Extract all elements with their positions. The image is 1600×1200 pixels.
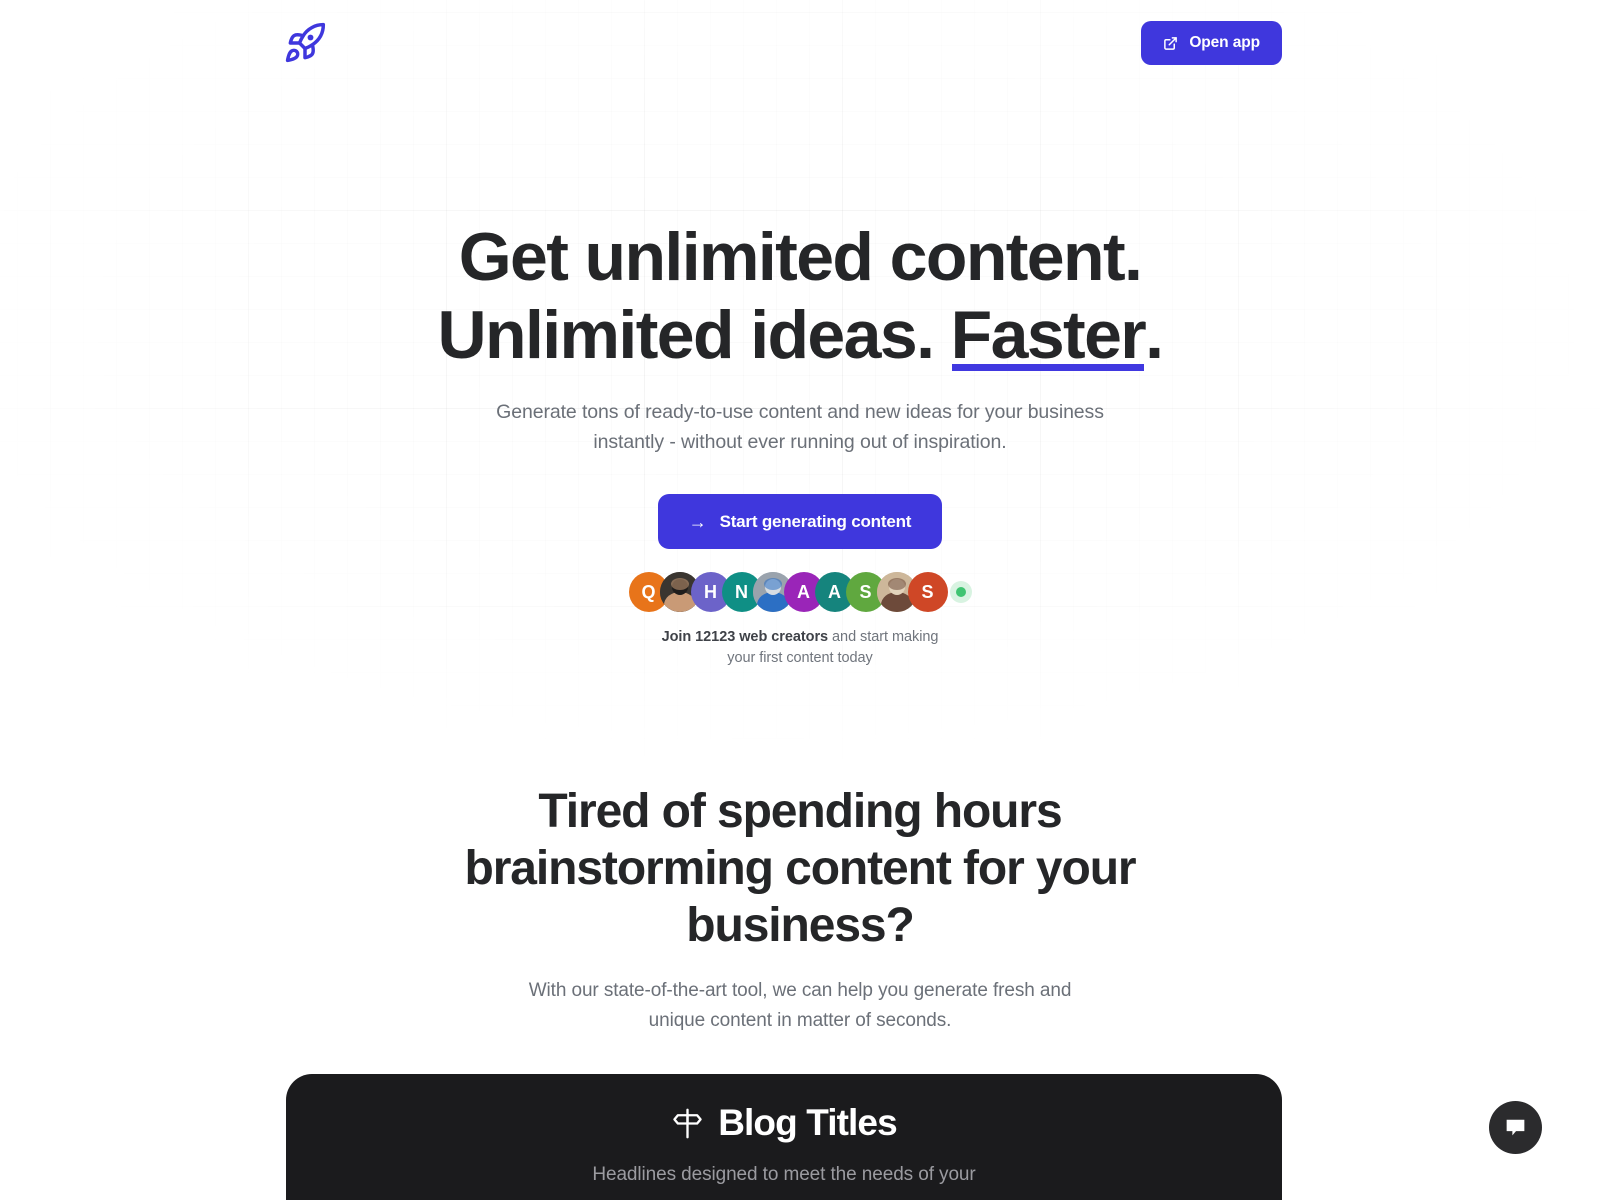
- avatar-initial-letter: N: [735, 581, 748, 602]
- join-text: Join 12123 web creators and start making…: [0, 627, 1600, 669]
- avatar-initial-letter: Q: [641, 581, 656, 602]
- avatar-initial-letter: A: [797, 581, 810, 602]
- avatar-stack: QHNAASS: [628, 572, 972, 612]
- arrow-right-icon: →: [688, 511, 707, 532]
- headline-line-1: Get unlimited content.: [458, 219, 1143, 295]
- open-app-label: Open app: [1189, 34, 1260, 51]
- problem-subtitle: With our state-of-the-art tool, we can h…: [0, 976, 1600, 1036]
- hero-subtitle-line-1: Generate tons of ready-to-use content an…: [496, 401, 1104, 423]
- avatar-initial-letter: S: [859, 581, 872, 602]
- start-generating-content-button[interactable]: → Start generating content: [657, 494, 943, 549]
- join-line-2: your first content today: [727, 650, 873, 666]
- headline-line-2-prefix: Unlimited ideas.: [437, 297, 951, 373]
- feature-card-blog-titles: Blog Titles Headlines designed to meet t…: [286, 1074, 1282, 1200]
- headline-line-2-suffix: .: [1145, 297, 1164, 373]
- feature-card-title: Blog Titles: [718, 1102, 897, 1143]
- status-dot-core: [955, 587, 966, 597]
- join-count-label: Join 12123 web creators: [661, 629, 829, 645]
- online-status-dot: [949, 581, 972, 603]
- hero-subtitle-line-2: instantly - without ever running out of …: [593, 431, 1007, 453]
- hero-section: Get unlimited content. Unlimited ideas. …: [0, 218, 1600, 669]
- cta-label: Start generating content: [719, 511, 912, 531]
- join-rest-label: and start making: [828, 629, 939, 645]
- problem-section: Tired of spending hours brainstorming co…: [0, 783, 1600, 1036]
- avatar-initial-letter: A: [828, 581, 841, 602]
- social-proof: QHNAASS: [0, 572, 1600, 612]
- chat-widget-button[interactable]: [1489, 1101, 1542, 1154]
- avatar-initial-letter: S: [921, 581, 934, 602]
- problem-subtitle-line-2: unique content in matter of seconds.: [648, 1010, 952, 1031]
- avatar-initial-letter: H: [704, 581, 717, 602]
- chat-bubble-icon: [1503, 1115, 1528, 1140]
- hero-headline: Get unlimited content. Unlimited ideas. …: [0, 218, 1600, 374]
- site-header: Open app: [0, 0, 1600, 86]
- problem-heading: Tired of spending hours brainstorming co…: [464, 785, 1136, 952]
- problem-subtitle-line-1: With our state-of-the-art tool, we can h…: [528, 980, 1072, 1001]
- external-link-icon: [1163, 36, 1178, 51]
- headline-underlined-word: Faster: [950, 297, 1147, 373]
- feature-card-subtitle: Headlines designed to meet the needs of …: [592, 1164, 976, 1185]
- hero-subtitle: Generate tons of ready-to-use content an…: [0, 397, 1600, 457]
- signpost-icon: [671, 1107, 704, 1140]
- open-app-button[interactable]: Open app: [1141, 21, 1282, 65]
- feature-card-title-row: Blog Titles: [286, 1102, 1282, 1144]
- cta-wrapper: → Start generating content: [0, 494, 1600, 549]
- avatar-initial-10: S: [907, 572, 948, 612]
- rocket-logo[interactable]: [283, 21, 327, 65]
